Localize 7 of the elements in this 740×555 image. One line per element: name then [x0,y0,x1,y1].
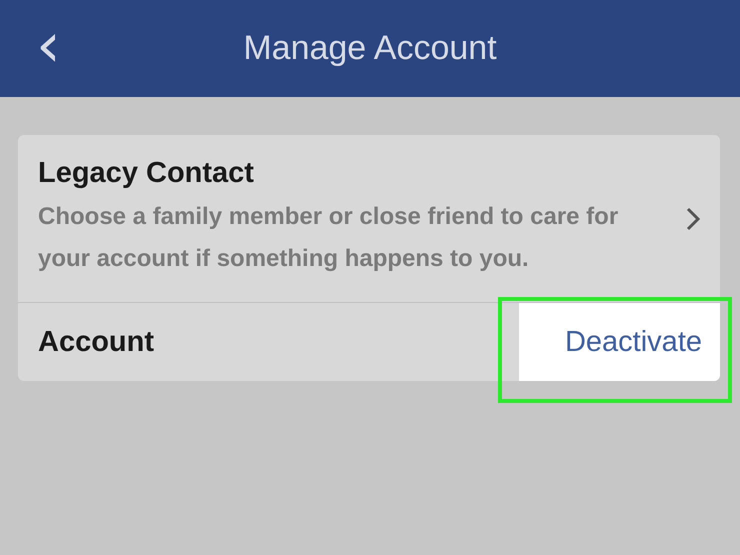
chevron-right-icon[interactable] [686,206,700,230]
screen-title: Manage Account [243,29,497,68]
deactivate-link[interactable]: Deactivate [518,303,720,381]
legacy-contact-title: Legacy Contact [38,157,255,190]
legacy-contact-description: Choose a family member or close friend to care for your account if something happens to you. [38,202,620,274]
account-label: Account [37,326,155,358]
back-icon[interactable]: ‹ [36,14,61,76]
